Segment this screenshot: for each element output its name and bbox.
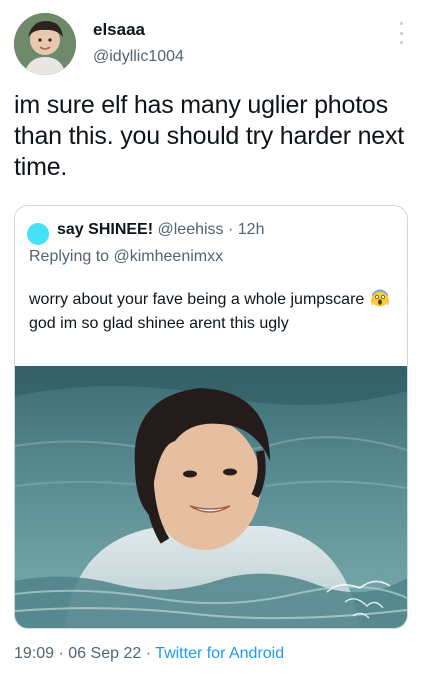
quoted-header: say SHINEE! @leehiss · 12h: [57, 221, 264, 239]
quoted-text-part2: god im so glad shinee arent this ugly: [29, 315, 289, 332]
replying-prefix: Replying to: [29, 248, 110, 265]
separator: ·: [145, 645, 152, 662]
tweet-metadata: 19:09 · 06 Sep 22 · Twitter for Android: [14, 645, 284, 663]
quoted-photo[interactable]: [15, 366, 407, 628]
tweet-source-link[interactable]: Twitter for Android: [155, 645, 284, 662]
quoted-timestamp[interactable]: 12h: [238, 221, 265, 238]
author-display-name[interactable]: elsaaa: [93, 20, 145, 40]
more-options-icon[interactable]: [396, 22, 406, 44]
author-handle[interactable]: @idyllic1004: [93, 48, 184, 66]
replying-mention[interactable]: @kimheenimxx: [114, 248, 224, 265]
dot: [399, 22, 403, 25]
quoted-tweet[interactable]: say SHINEE! @leehiss · 12h Replying to @…: [14, 205, 408, 629]
dot: [399, 41, 403, 44]
photo-image: [15, 366, 407, 628]
separator: ·: [228, 221, 234, 238]
quoted-handle[interactable]: @leehiss: [158, 221, 224, 238]
quoted-text-part1: worry about your fave being a whole jump…: [29, 291, 365, 308]
tweet-time[interactable]: 19:09: [14, 645, 54, 662]
tweet-date[interactable]: 06 Sep 22: [68, 645, 141, 662]
profile-photo-icon: [14, 13, 76, 75]
quoted-text: worry about your fave being a whole jump…: [29, 288, 395, 336]
replying-to: Replying to @kimheenimxx: [29, 248, 223, 266]
separator: ·: [58, 645, 64, 662]
profile-avatar[interactable]: [14, 13, 76, 75]
tweet: elsaaa @idyllic1004 im sure elf has many…: [0, 0, 424, 680]
tweet-text: im sure elf has many uglier photos than …: [14, 91, 405, 181]
quoted-avatar[interactable]: [27, 223, 49, 245]
quoted-display-name[interactable]: say SHINEE!: [57, 221, 153, 238]
dot: [399, 31, 403, 35]
screaming-face-emoji-icon: [371, 289, 389, 307]
